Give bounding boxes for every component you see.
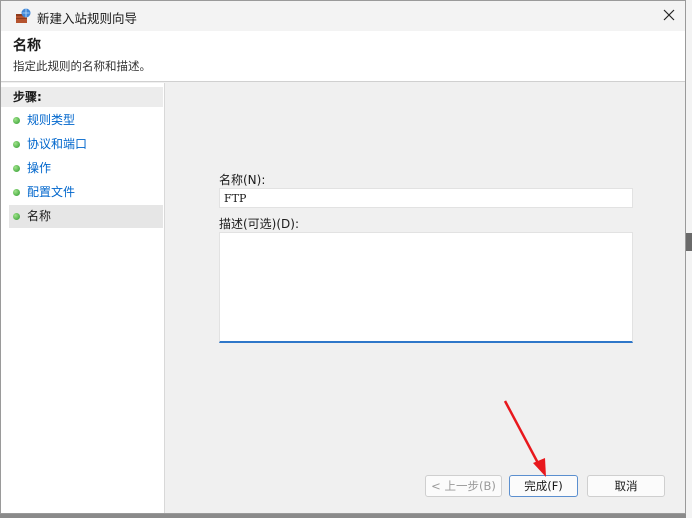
step-label: 协议和端口 [27,137,88,151]
description-label: 描述(可选)(D): [219,217,300,231]
name-input[interactable] [219,188,633,208]
finish-button[interactable]: 完成(F) [509,475,578,497]
firewall-app-icon [15,8,31,24]
step-rule-type[interactable]: 规则类型 [9,109,163,132]
step-label: 操作 [27,161,52,175]
close-button[interactable] [653,1,685,31]
window-title: 新建入站规则向导 [37,11,138,26]
step-label: 规则类型 [27,113,76,127]
step-profile[interactable]: 配置文件 [9,181,163,204]
page-header: 名称 指定此规则的名称和描述。 [1,31,685,82]
description-textarea[interactable] [219,232,633,343]
back-button[interactable]: < 上一步(B) [425,475,502,497]
steps-title: 步骤: [1,87,163,107]
close-icon [663,9,675,24]
title-bar: 新建入站规则向导 [1,1,685,31]
wizard-dialog: 新建入站规则向导 名称 指定此规则的名称和描述。 步骤: 规则类型 协议和端口 … [0,0,686,514]
step-label: 配置文件 [27,185,76,199]
name-label: 名称(N): [219,173,266,187]
step-name-current: 名称 [9,205,163,228]
background-scrollbar [686,233,692,251]
step-complete-icon [13,165,20,172]
step-current-icon [13,213,20,220]
step-complete-icon [13,189,20,196]
step-action[interactable]: 操作 [9,157,163,180]
page-subtitle: 指定此规则的名称和描述。 [13,59,151,73]
step-protocol-ports[interactable]: 协议和端口 [9,133,163,156]
steps-panel: 步骤: 规则类型 协议和端口 操作 配置文件 名称 [1,83,165,513]
background-window-edge [686,0,692,518]
cancel-button[interactable]: 取消 [587,475,665,497]
step-complete-icon [13,117,20,124]
step-complete-icon [13,141,20,148]
step-label: 名称 [27,209,52,223]
page-title: 名称 [13,38,41,54]
